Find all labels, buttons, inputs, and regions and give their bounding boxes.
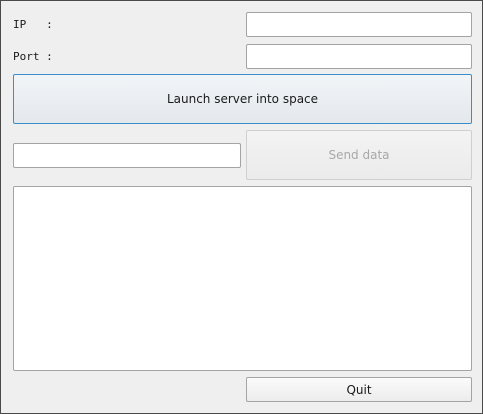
- main-window: IP : Port : Launch server into space Sen…: [0, 0, 483, 414]
- ip-label: IP :: [13, 18, 53, 31]
- port-input[interactable]: [246, 44, 472, 69]
- send-data-button[interactable]: Send data: [246, 130, 472, 180]
- launch-server-button[interactable]: Launch server into space: [13, 74, 472, 124]
- ip-input[interactable]: [246, 12, 472, 37]
- log-output[interactable]: [13, 186, 472, 371]
- message-input[interactable]: [13, 143, 241, 168]
- quit-button[interactable]: Quit: [246, 377, 472, 402]
- port-label: Port :: [13, 50, 53, 63]
